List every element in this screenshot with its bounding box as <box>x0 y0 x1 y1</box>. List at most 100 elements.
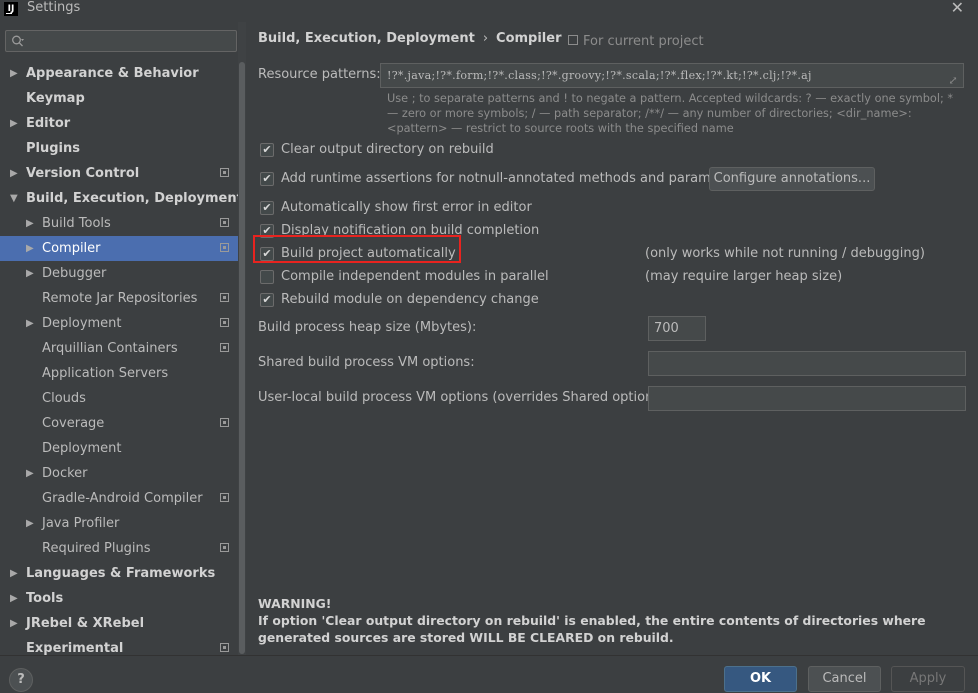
sidebar-item-label: Plugins <box>26 141 80 156</box>
sidebar-item-remote-jar-repositories[interactable]: Remote Jar Repositories <box>0 286 238 311</box>
chevron-right-icon[interactable]: ▶ <box>26 211 34 236</box>
sidebar-item-label: Arquillian Containers <box>42 341 178 356</box>
window-title: Settings <box>27 0 81 15</box>
settings-tree: ▶ Appearance & Behavior Keymap ▶ Editor Plugi… <box>0 61 243 661</box>
sidebar-item-build-tools[interactable]: ▶ Build Tools <box>0 211 238 236</box>
project-scope-icon <box>220 343 229 352</box>
compile-parallel-label: Compile independent modules in parallel <box>281 269 549 284</box>
sidebar-item-compiler[interactable]: ▶ Compiler <box>0 236 238 261</box>
compile-parallel-note: (may require larger heap size) <box>645 269 843 284</box>
chevron-right-icon[interactable]: ▶ <box>26 261 34 286</box>
title-bar: IJ Settings ✕ <box>0 0 978 20</box>
sidebar-item-label: Appearance & Behavior <box>26 66 199 81</box>
expand-icon[interactable]: ⤢ <box>948 69 958 92</box>
compiler-settings-panel: Build, Execution, Deployment › Compiler Fo… <box>246 22 978 655</box>
sidebar-item-version-control[interactable]: ▶ Version Control <box>0 161 238 186</box>
resource-patterns-hint: Use ; to separate patterns and ! to nega… <box>387 92 954 135</box>
sidebar-item-label: Deployment <box>42 441 122 456</box>
breadcrumb: Build, Execution, Deployment › Compiler <box>258 31 562 46</box>
resource-patterns-input[interactable]: !?*.java;!?*.form;!?*.class;!?*.groovy;!… <box>380 63 964 88</box>
chevron-right-icon[interactable]: ▶ <box>26 311 34 336</box>
breadcrumb-current: Compiler <box>496 31 562 46</box>
project-scope-icon <box>220 418 229 427</box>
sidebar-item-arquillian-containers[interactable]: Arquillian Containers <box>0 336 238 361</box>
sidebar-item-gradle-android-compiler[interactable]: Gradle-Android Compiler <box>0 486 238 511</box>
clear-output-checkbox[interactable]: ✔ <box>260 143 274 157</box>
clear-output-label: Clear output directory on rebuild <box>281 142 494 157</box>
show-first-error-label: Automatically show first error in editor <box>281 200 532 215</box>
for-current-project-text: For current project <box>583 34 704 49</box>
close-icon[interactable]: ✕ <box>951 0 964 17</box>
sidebar-item-languages-frameworks[interactable]: ▶ Languages & Frameworks <box>0 561 238 586</box>
sidebar-item-plugins[interactable]: Plugins <box>0 136 238 161</box>
resource-patterns-label: Resource patterns: <box>258 67 381 82</box>
sidebar-item-debugger[interactable]: ▶ Debugger <box>0 261 238 286</box>
sidebar-item-deployment[interactable]: Deployment <box>0 436 238 461</box>
user-local-vm-options-label: User-local build process VM options (ove… <box>258 390 670 405</box>
sidebar-item-deployment[interactable]: ▶ Deployment <box>0 311 238 336</box>
project-scope-icon <box>220 493 229 502</box>
compile-parallel-checkbox[interactable] <box>260 270 274 284</box>
sidebar-item-jrebel-xrebel[interactable]: ▶ JRebel & XRebel <box>0 611 238 636</box>
search-icon <box>12 35 24 47</box>
sidebar-item-required-plugins[interactable]: Required Plugins <box>0 536 238 561</box>
shared-vm-options-input[interactable] <box>648 351 966 376</box>
sidebar-item-appearance-behavior[interactable]: ▶ Appearance & Behavior <box>0 61 238 86</box>
for-current-project-label: For current project <box>568 34 704 49</box>
dialog-footer: ? OK Cancel Apply <box>0 655 978 693</box>
ok-button[interactable]: OK <box>724 666 797 692</box>
sidebar-item-label: Debugger <box>42 266 107 281</box>
sidebar-item-tools[interactable]: ▶ Tools <box>0 586 238 611</box>
chevron-right-icon[interactable]: ▶ <box>10 586 18 611</box>
build-automatically-label: Build project automatically <box>281 246 456 261</box>
sidebar-item-label: JRebel & XRebel <box>26 616 145 631</box>
project-scope-icon <box>220 168 229 177</box>
project-scope-icon <box>568 35 578 45</box>
shared-vm-options-label: Shared build process VM options: <box>258 355 475 370</box>
sidebar-item-docker[interactable]: ▶ Docker <box>0 461 238 486</box>
project-scope-icon <box>220 243 229 252</box>
sidebar-item-label: Build Tools <box>42 216 111 231</box>
sidebar-item-java-profiler[interactable]: ▶ Java Profiler <box>0 511 238 536</box>
sidebar-item-label: Java Profiler <box>42 516 120 531</box>
user-local-vm-options-input[interactable] <box>648 386 966 411</box>
sidebar-item-clouds[interactable]: Clouds <box>0 386 238 411</box>
chevron-right-icon[interactable]: ▶ <box>10 161 18 186</box>
chevron-down-icon[interactable]: ▼ <box>10 186 18 211</box>
sidebar-item-label: Application Servers <box>42 366 169 381</box>
chevron-right-icon[interactable]: ▶ <box>10 61 18 86</box>
chevron-right-icon[interactable]: ▶ <box>26 461 34 486</box>
configure-annotations-button[interactable]: Configure annotations... <box>709 167 875 191</box>
show-first-error-checkbox[interactable]: ✔ <box>260 201 274 215</box>
build-automatically-checkbox[interactable]: ✔ <box>260 247 274 261</box>
sidebar-item-label: Editor <box>26 116 71 131</box>
apply-button[interactable]: Apply <box>891 666 965 692</box>
cancel-button[interactable]: Cancel <box>808 666 881 692</box>
build-automatically-note: (only works while not running / debuggin… <box>645 246 925 261</box>
sidebar-item-label: Remote Jar Repositories <box>42 291 198 306</box>
rebuild-dependency-checkbox[interactable]: ✔ <box>260 293 274 307</box>
sidebar-item-label: Coverage <box>42 416 105 431</box>
sidebar-item-coverage[interactable]: Coverage <box>0 411 238 436</box>
sidebar-item-label: Languages & Frameworks <box>26 566 216 581</box>
sidebar-item-keymap[interactable]: Keymap <box>0 86 238 111</box>
display-notification-checkbox[interactable]: ✔ <box>260 224 274 238</box>
heap-size-label: Build process heap size (Mbytes): <box>258 320 477 335</box>
sidebar-scrollbar[interactable] <box>238 22 246 655</box>
chevron-right-icon[interactable]: ▶ <box>10 611 18 636</box>
sidebar-item-label: Required Plugins <box>42 541 151 556</box>
chevron-right-icon[interactable]: ▶ <box>10 111 18 136</box>
chevron-right-icon[interactable]: ▶ <box>26 511 34 536</box>
chevron-right-icon[interactable]: ▶ <box>10 561 18 586</box>
chevron-right-icon[interactable]: ▶ <box>26 236 34 261</box>
runtime-assertions-checkbox[interactable]: ✔ <box>260 172 274 186</box>
sidebar-item-application-servers[interactable]: Application Servers <box>0 361 238 386</box>
project-scope-icon <box>220 218 229 227</box>
help-button[interactable]: ? <box>9 668 33 692</box>
rebuild-dependency-label: Rebuild module on dependency change <box>281 292 539 307</box>
search-input[interactable] <box>5 30 237 52</box>
sidebar-item-editor[interactable]: ▶ Editor <box>0 111 238 136</box>
scrollbar-thumb[interactable] <box>239 62 245 654</box>
heap-size-input[interactable]: 700 <box>648 316 706 341</box>
sidebar-item-build-execution-deployment[interactable]: ▼ Build, Execution, Deployment <box>0 186 243 211</box>
